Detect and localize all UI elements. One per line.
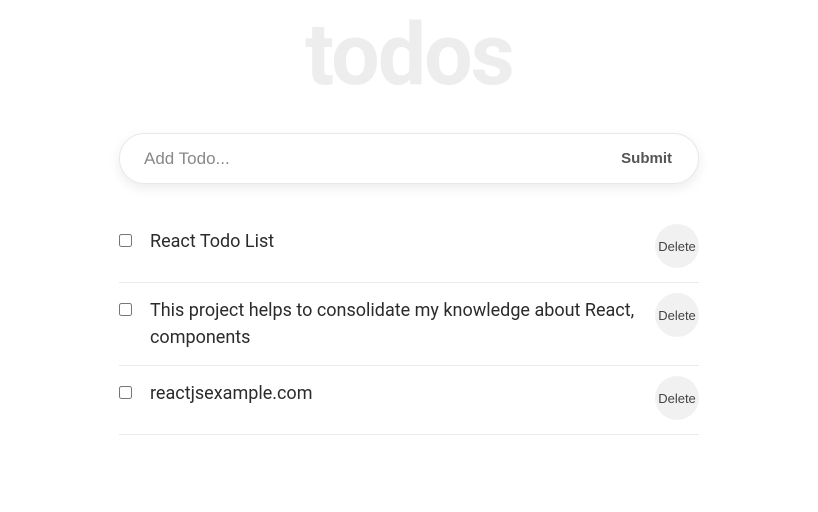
- todo-checkbox[interactable]: [119, 303, 132, 316]
- todo-checkbox[interactable]: [119, 386, 132, 399]
- todo-checkbox[interactable]: [119, 234, 132, 247]
- todo-text: This project helps to consolidate my kno…: [150, 297, 655, 351]
- todo-list: React Todo List Delete This project help…: [119, 214, 699, 435]
- todo-item: React Todo List Delete: [119, 214, 699, 283]
- delete-button[interactable]: Delete: [655, 376, 699, 420]
- add-todo-input[interactable]: [144, 149, 619, 169]
- delete-button[interactable]: Delete: [655, 224, 699, 268]
- add-todo-container: Submit: [119, 133, 699, 184]
- delete-button[interactable]: Delete: [655, 293, 699, 337]
- submit-button[interactable]: Submit: [619, 146, 674, 171]
- todo-text: React Todo List: [150, 228, 655, 255]
- todo-item: reactjsexample.com Delete: [119, 366, 699, 435]
- page-title: todos: [0, 4, 818, 105]
- todo-text: reactjsexample.com: [150, 380, 655, 407]
- todo-item: This project helps to consolidate my kno…: [119, 283, 699, 366]
